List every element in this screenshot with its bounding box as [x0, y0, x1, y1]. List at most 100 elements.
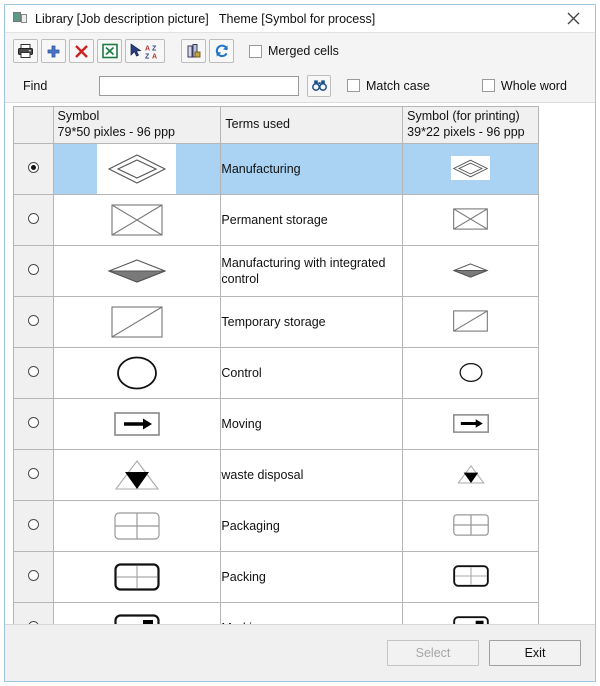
columns-button[interactable] — [181, 39, 206, 63]
row-print-symbol-cell — [402, 500, 539, 552]
row-select-radio[interactable] — [27, 519, 39, 530]
search-input[interactable] — [99, 75, 299, 96]
column-header-terms-line1: Terms used — [225, 117, 291, 132]
diamond-half-filled-print-icon — [451, 258, 490, 282]
column-header-symbol-line1: Symbol — [57, 109, 100, 124]
svg-text:Z: Z — [152, 45, 157, 52]
table-row[interactable]: Manufacturing — [13, 143, 539, 195]
row-select-radio[interactable] — [27, 315, 39, 326]
rect-quadrants-thin-icon — [97, 501, 176, 551]
close-icon[interactable] — [551, 5, 595, 32]
row-radio-cell[interactable] — [13, 551, 54, 603]
row-term-cell: waste disposal — [220, 449, 404, 501]
row-select-radio[interactable] — [27, 264, 39, 275]
table-row[interactable]: Marking — [13, 602, 539, 624]
row-print-symbol-cell — [402, 551, 539, 603]
table-row[interactable]: Manufacturing with integrated control — [13, 245, 539, 297]
circle-outline-icon — [97, 348, 176, 398]
select-button[interactable]: Select — [387, 640, 479, 666]
row-select-radio[interactable] — [27, 417, 39, 428]
circle-outline-print-icon — [451, 360, 490, 384]
search-button[interactable] — [307, 74, 331, 97]
row-radio-cell[interactable] — [13, 500, 54, 552]
row-symbol-cell — [52, 398, 222, 450]
column-header-print-line2: 39*22 pixels - 96 ppp — [407, 125, 525, 139]
merged-cells-checkbox[interactable]: Merged cells — [249, 44, 339, 58]
refresh-button[interactable] — [209, 39, 234, 63]
column-header-select — [13, 106, 54, 144]
row-symbol-cell — [52, 296, 222, 348]
triangle-with-filled-triangle-icon — [97, 450, 176, 500]
library-icon — [13, 12, 27, 25]
symbol-grid-area: Symbol 79*50 pixles - 96 ppp Terms used … — [5, 103, 595, 624]
table-row[interactable]: Packing — [13, 551, 539, 603]
rect-quadrants-bold-print-icon — [451, 564, 490, 588]
row-select-radio[interactable] — [27, 468, 39, 479]
table-header-row: Symbol 79*50 pixles - 96 ppp Terms used … — [13, 106, 539, 144]
svg-text:A: A — [145, 45, 150, 52]
merged-cells-checkbox-box[interactable] — [249, 44, 262, 58]
row-select-radio[interactable] — [27, 621, 39, 624]
row-select-radio[interactable] — [27, 213, 39, 224]
row-symbol-cell — [52, 602, 222, 624]
row-print-symbol-cell — [402, 347, 539, 399]
row-symbol-cell — [52, 347, 222, 399]
row-term-cell: Temporary storage — [220, 296, 404, 348]
row-radio-cell[interactable] — [13, 143, 54, 195]
row-symbol-cell — [52, 500, 222, 552]
whole-word-label: Whole word — [500, 78, 567, 93]
exit-button[interactable]: Exit — [489, 640, 581, 666]
export-button[interactable] — [97, 39, 122, 63]
table-row[interactable]: Temporary storage — [13, 296, 539, 348]
table-row[interactable]: Packaging — [13, 500, 539, 552]
delete-button[interactable] — [69, 39, 94, 63]
row-select-radio[interactable] — [27, 570, 39, 581]
whole-word-checkbox[interactable]: Whole word — [481, 78, 567, 93]
row-print-symbol-cell — [402, 296, 539, 348]
row-print-symbol-cell — [402, 143, 539, 195]
match-case-checkbox-box[interactable] — [347, 79, 360, 92]
row-radio-cell[interactable] — [13, 296, 54, 348]
row-select-radio[interactable] — [27, 366, 39, 377]
dialog-footer: Select Exit — [5, 624, 595, 681]
row-radio-cell[interactable] — [13, 194, 54, 246]
row-radio-cell[interactable] — [13, 347, 54, 399]
table-row[interactable]: Moving — [13, 398, 539, 450]
row-radio-cell[interactable] — [13, 602, 54, 624]
library-dialog-window: Library [Job description picture] Theme … — [4, 4, 596, 682]
table-row[interactable]: Permanent storage — [13, 194, 539, 246]
window-title: Library [Job description picture] Theme … — [35, 11, 376, 26]
svg-text:A: A — [152, 53, 157, 60]
match-case-checkbox[interactable]: Match case — [347, 79, 430, 93]
rect-quadrants-thin-print-icon — [451, 513, 490, 537]
row-radio-cell[interactable] — [13, 398, 54, 450]
sort-button[interactable]: A Z Z A — [125, 39, 165, 63]
row-term-cell: Manufacturing with integrated control — [220, 245, 404, 297]
row-select-radio[interactable] — [27, 162, 39, 173]
svg-text:Z: Z — [145, 53, 150, 60]
row-term-cell: Marking — [220, 602, 404, 624]
whole-word-checkbox-box[interactable] — [481, 79, 495, 92]
row-term-cell: Packaging — [220, 500, 404, 552]
row-term-cell: Moving — [220, 398, 404, 450]
print-button[interactable] — [13, 39, 38, 63]
rect-with-arrow-print-icon — [451, 412, 490, 436]
row-term-cell: Manufacturing — [220, 143, 404, 195]
table-row[interactable]: Control — [13, 347, 539, 399]
column-header-symbol-line2: 79*50 pixles - 96 ppp — [57, 125, 175, 139]
rect-with-arrow-icon — [97, 399, 176, 449]
add-button[interactable] — [41, 39, 66, 63]
rect-with-x-icon — [97, 195, 176, 245]
diamond-outline-print-icon — [451, 156, 491, 181]
table-row[interactable]: waste disposal — [13, 449, 539, 501]
row-radio-cell[interactable] — [13, 245, 54, 297]
row-radio-cell[interactable] — [13, 449, 54, 501]
merged-cells-label: Merged cells — [268, 44, 339, 58]
row-term-cell: Control — [220, 347, 404, 399]
triangle-with-filled-triangle-print-icon — [451, 462, 490, 486]
row-print-symbol-cell — [402, 245, 539, 297]
row-print-symbol-cell — [402, 449, 539, 501]
row-print-symbol-cell — [402, 602, 539, 624]
table-body: Manufacturing Permanent storage Manufact… — [13, 143, 539, 624]
title-bar: Library [Job description picture] Theme … — [5, 5, 595, 32]
